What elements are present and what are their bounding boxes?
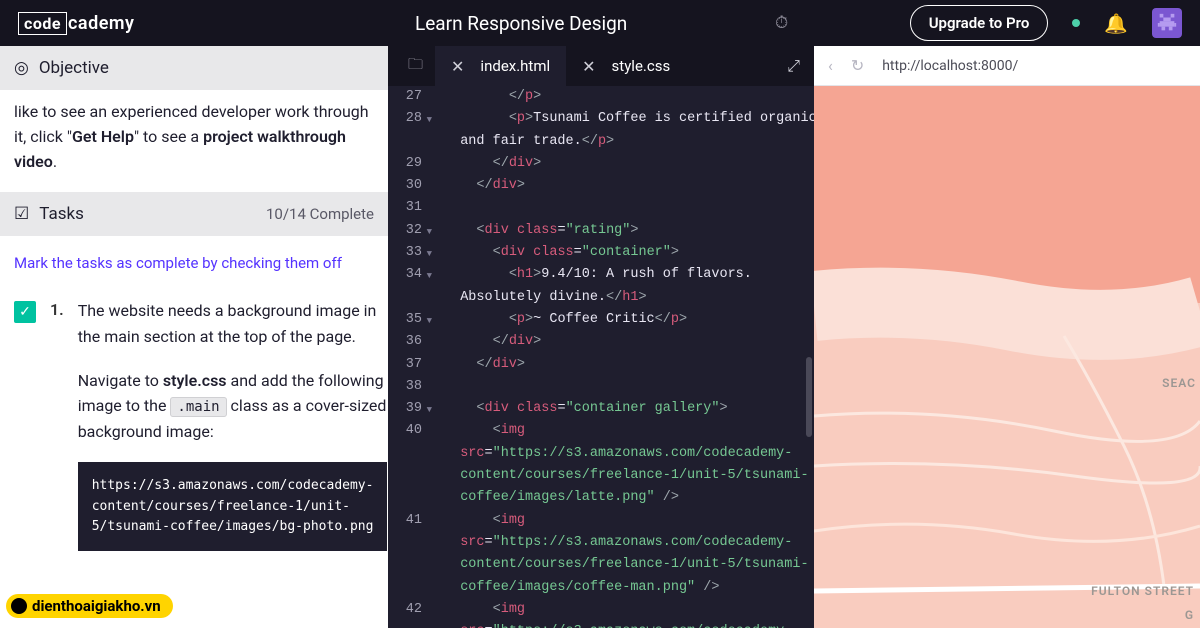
- checkbox-icon: ☑: [14, 204, 29, 224]
- folder-icon[interactable]: 🗀: [396, 54, 435, 79]
- course-title: Learn Responsive Design: [415, 12, 627, 35]
- scrollbar[interactable]: [806, 357, 812, 437]
- avatar[interactable]: [1152, 8, 1182, 38]
- editor-tabs: 🗀 ✕ index.html ✕ style.css ⤢: [388, 46, 814, 86]
- task-item: ✓ 1. The website needs a background imag…: [0, 298, 388, 566]
- preview-viewport[interactable]: SEAC FULTON STREET G: [814, 86, 1200, 628]
- tasks-hint: Mark the tasks as complete by checking t…: [0, 236, 388, 298]
- logo-boxed: code: [18, 12, 67, 35]
- objective-title: Objective: [39, 58, 109, 78]
- tasks-progress: 10/14 Complete: [266, 205, 374, 223]
- tasks-header[interactable]: ☑ Tasks 10/14 Complete: [0, 192, 388, 236]
- tasks-title: Tasks: [39, 204, 84, 224]
- expand-icon[interactable]: ⤢: [773, 56, 814, 76]
- map-label: G: [1185, 608, 1194, 622]
- url-field[interactable]: http://localhost:8000/: [882, 58, 1186, 74]
- target-icon: ◎: [14, 58, 29, 78]
- upgrade-button[interactable]: Upgrade to Pro: [910, 5, 1049, 41]
- code-editor-panel: 🗀 ✕ index.html ✕ style.css ⤢ 2728▼293031…: [388, 46, 814, 628]
- logo[interactable]: code cademy: [18, 12, 134, 35]
- instructions-panel: ◎ Objective like to see an experienced d…: [0, 46, 388, 628]
- tab-style-css[interactable]: ✕ style.css: [566, 46, 686, 86]
- map-label: SEAC: [1162, 376, 1196, 390]
- close-icon[interactable]: ✕: [582, 57, 595, 76]
- preview-addressbar: ‹ ↻ http://localhost:8000/: [814, 46, 1200, 86]
- timer-icon[interactable]: ⏱: [775, 13, 788, 33]
- map-label: FULTON STREET: [1091, 584, 1194, 598]
- task-number: 1.: [50, 300, 64, 550]
- objective-body: like to see an experienced developer wor…: [0, 90, 388, 192]
- status-dot-icon: [1072, 19, 1080, 27]
- back-icon[interactable]: ‹: [828, 56, 833, 75]
- reload-icon[interactable]: ↻: [851, 56, 864, 75]
- code-snippet: https://s3.amazonaws.com/codecademy-cont…: [78, 462, 388, 550]
- inline-code: .main: [170, 397, 226, 417]
- watermark: dienthoaigiakho.vn: [6, 594, 173, 618]
- code-editor[interactable]: 2728▼29303132▼33▼34▼35▼36373839▼404142 <…: [388, 86, 814, 628]
- logo-free: cademy: [68, 13, 134, 34]
- close-icon[interactable]: ✕: [451, 57, 464, 76]
- browser-preview: ‹ ↻ http://localhost:8000/ SEAC FULTON S…: [814, 46, 1200, 628]
- task-checkbox[interactable]: ✓: [14, 301, 36, 323]
- topbar: code cademy Learn Responsive Design ⏱ Up…: [0, 0, 1200, 46]
- task-text: The website needs a background image in …: [78, 298, 388, 550]
- tab-index-html[interactable]: ✕ index.html: [435, 46, 566, 86]
- objective-header[interactable]: ◎ Objective: [0, 46, 388, 90]
- notifications-icon[interactable]: 🔔: [1104, 12, 1128, 35]
